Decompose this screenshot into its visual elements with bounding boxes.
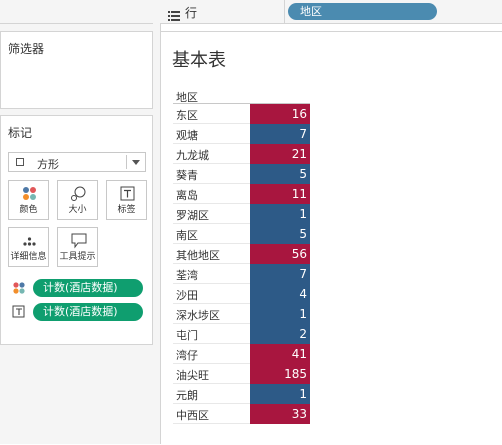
label-field-pill[interactable]: 计数(酒店数据): [33, 303, 143, 321]
tooltip-icon: [58, 233, 97, 249]
table-row: 其他地区 56: [173, 244, 310, 264]
text-label-icon: [107, 186, 146, 202]
region-row-label[interactable]: 荃湾: [176, 267, 198, 283]
table-row: 屯门 2: [173, 324, 310, 344]
sheet-title[interactable]: 基本表: [172, 46, 226, 72]
table-row: 罗湖区 1: [173, 204, 310, 224]
region-row-label[interactable]: 中西区: [176, 407, 209, 423]
tooltip-button[interactable]: 工具提示: [57, 227, 98, 267]
color-button[interactable]: 颜色: [8, 180, 49, 220]
table-row: 荃湾 7: [173, 264, 310, 284]
region-row-label[interactable]: 九龙城: [176, 147, 209, 163]
size-icon: [58, 186, 97, 202]
filters-title: 筛选器: [8, 42, 45, 56]
detail-button[interactable]: 详细信息: [8, 227, 49, 267]
label-field-row: 计数(酒店数据): [8, 303, 148, 321]
text-label-icon: [12, 304, 26, 318]
count-cell[interactable]: 7: [250, 124, 310, 144]
count-cell[interactable]: 41: [250, 344, 310, 364]
count-cell[interactable]: 11: [250, 184, 310, 204]
label-button[interactable]: 标签: [106, 180, 147, 220]
table-row: 离岛 11: [173, 184, 310, 204]
marks-title: 标记: [8, 126, 33, 140]
count-cell[interactable]: 5: [250, 224, 310, 244]
size-button[interactable]: 大小: [57, 180, 98, 220]
rows-shelf: 行 地区: [160, 0, 502, 24]
region-row-label[interactable]: 油尖旺: [176, 367, 209, 383]
color-field-row: 计数(酒店数据): [8, 279, 148, 297]
region-row-label[interactable]: 东区: [176, 107, 198, 123]
count-cell[interactable]: 33: [250, 404, 310, 424]
table-row: 九龙城 21: [173, 144, 310, 164]
table-row: 元朗 1: [173, 384, 310, 404]
pages-shelf-strip: [0, 0, 153, 24]
region-row-label[interactable]: 湾仔: [176, 347, 198, 363]
region-row-label[interactable]: 离岛: [176, 187, 198, 203]
region-row-label[interactable]: 沙田: [176, 287, 198, 303]
region-row-label[interactable]: 深水埗区: [176, 307, 220, 323]
table-row: 油尖旺 185: [173, 364, 310, 384]
row-divider: [173, 423, 250, 424]
count-cell[interactable]: 21: [250, 144, 310, 164]
count-cell[interactable]: 7: [250, 264, 310, 284]
region-row-label[interactable]: 元朗: [176, 387, 198, 403]
count-cell[interactable]: 1: [250, 384, 310, 404]
table-row: 深水埗区 1: [173, 304, 310, 324]
color-dots-icon: [12, 280, 26, 294]
count-cell[interactable]: 1: [250, 304, 310, 324]
rows-shelf-label: 行: [185, 6, 198, 20]
region-row-label[interactable]: 屯门: [176, 327, 198, 343]
crosstab-table: 东区 16 观塘 7 九龙城 21 葵青 5 离岛 11 罗湖区 1 南区 5 其他地区 56 荃湾 7 沙田 4 深水…: [173, 104, 310, 424]
chevron-down-icon[interactable]: [132, 160, 140, 165]
count-cell[interactable]: 4: [250, 284, 310, 304]
filters-card[interactable]: 筛选器: [0, 31, 153, 109]
square-mark-icon: [16, 158, 24, 166]
tooltip-button-label: 工具提示: [59, 252, 96, 262]
color-field-pill[interactable]: 计数(酒店数据): [33, 279, 143, 297]
count-cell[interactable]: 16: [250, 104, 310, 124]
table-row: 东区 16: [173, 104, 310, 124]
size-button-label: 大小: [68, 205, 87, 215]
color-button-label: 颜色: [19, 205, 38, 215]
table-row: 中西区 33: [173, 404, 310, 424]
region-row-label[interactable]: 其他地区: [176, 247, 220, 263]
table-row: 沙田 4: [173, 284, 310, 304]
dropdown-divider: [126, 155, 127, 169]
color-dots-icon: [9, 186, 48, 202]
mark-type-dropdown[interactable]: 方形: [8, 152, 146, 172]
table-row: 湾仔 41: [173, 344, 310, 364]
count-cell[interactable]: 1: [250, 204, 310, 224]
table-row: 观塘 7: [173, 124, 310, 144]
mark-type-label: 方形: [37, 158, 59, 171]
count-cell[interactable]: 5: [250, 164, 310, 184]
region-row-label[interactable]: 罗湖区: [176, 207, 209, 223]
table-row: 葵青 5: [173, 164, 310, 184]
count-cell[interactable]: 185: [250, 364, 310, 384]
shelf-divider: [284, 0, 285, 23]
count-cell[interactable]: 2: [250, 324, 310, 344]
table-row: 南区 5: [173, 224, 310, 244]
left-pane: 筛选器 标记 方形 颜色 大小 标签 详细信息 工具提示 计数(酒店数据) 计数…: [0, 0, 161, 444]
region-row-label[interactable]: 观塘: [176, 127, 198, 143]
label-button-label: 标签: [117, 205, 136, 215]
count-cell[interactable]: 56: [250, 244, 310, 264]
region-row-pill[interactable]: 地区: [288, 3, 437, 20]
marks-card: 标记 方形 颜色 大小 标签 详细信息 工具提示 计数(酒店数据) 计数(酒店数…: [0, 115, 153, 345]
worksheet-view: 基本表 地区 东区 16 观塘 7 九龙城 21 葵青 5 离岛 11 罗湖区 1 南区 5 其他地区 56 荃…: [161, 31, 502, 445]
detail-dots-icon: [9, 233, 48, 249]
detail-button-label: 详细信息: [10, 252, 47, 262]
rows-list-icon: [168, 6, 180, 21]
region-row-label[interactable]: 葵青: [176, 167, 198, 183]
region-row-label[interactable]: 南区: [176, 227, 198, 243]
